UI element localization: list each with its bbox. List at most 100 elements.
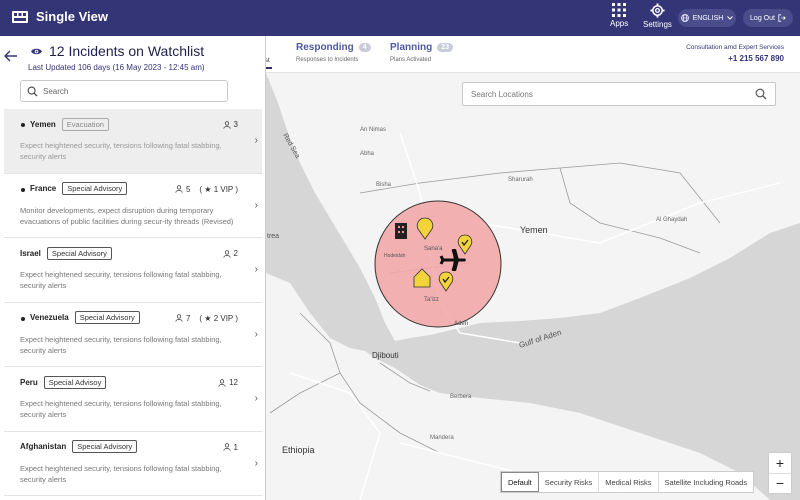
tab-planning[interactable]: Planning 23 Plans Activated — [390, 42, 454, 63]
panel-title: 12 Incidents on Watchlist — [49, 43, 205, 59]
risk-zone[interactable] — [374, 200, 502, 328]
last-updated-text: Last Updated 106 days (16 May 2023 - 12:… — [28, 63, 205, 72]
logout-icon — [778, 14, 786, 22]
map-layer-switcher: Default Security Risks Medical Risks Sat… — [500, 471, 755, 493]
tab-responding-count: 4 — [358, 43, 371, 52]
layer-satellite-roads[interactable]: Satellite Including Roads — [659, 472, 754, 492]
map-label-ethiopia: Ethiopia — [282, 445, 315, 455]
incident-people-count: 12 — [218, 378, 238, 387]
incident-item[interactable]: Afghanistan Special Advisory 1 Expect he… — [4, 432, 262, 496]
incident-description: Monitor developments, expect disruption … — [20, 205, 234, 226]
map-label-aden: Aden — [454, 321, 468, 327]
incident-type-badge: Evacuation — [61, 117, 109, 131]
search-icon — [27, 86, 38, 97]
incident-country: Peru — [20, 377, 38, 387]
brand[interactable]: Single View — [12, 9, 108, 24]
person-icon — [218, 378, 226, 387]
logout-button[interactable]: Log Out — [743, 9, 793, 27]
panel-heading: 12 Incidents on Watchlist — [30, 43, 204, 59]
people-count-value: 3 — [233, 120, 238, 129]
vip-count: ( ★ 2 VIP ) — [199, 313, 238, 323]
unread-dot — [21, 316, 25, 321]
chevron-right-icon[interactable]: › — [255, 135, 258, 146]
back-arrow-icon[interactable] — [4, 50, 18, 62]
chevron-right-icon[interactable]: › — [255, 393, 258, 404]
chevron-down-icon — [727, 16, 734, 20]
zoom-out-button[interactable]: − — [769, 474, 791, 494]
vip-count: ( ★ 1 VIP ) — [199, 184, 238, 194]
map-label-hodeidah: Hodeidah — [384, 253, 406, 259]
consultation-contact[interactable]: Consultation amd Expert Services +1 215 … — [686, 44, 784, 63]
tab-planning-label: Planning — [390, 42, 433, 53]
language-value: ENGLISH — [692, 14, 724, 22]
incident-people-count: 1 — [222, 442, 238, 452]
language-select[interactable]: ENGLISH — [678, 9, 736, 27]
person-icon — [175, 314, 183, 322]
chevron-right-icon[interactable]: › — [255, 458, 258, 469]
incident-people-count: 3 — [222, 120, 238, 129]
building-icon[interactable] — [395, 223, 407, 239]
incident-country: Israel — [20, 248, 41, 258]
incident-country: Yemen — [30, 119, 56, 129]
incident-item[interactable]: Israel Special Advisory 2 Expect heighte… — [4, 238, 262, 303]
app-title: Single View — [36, 9, 109, 24]
incident-type-badge: Special Advisory — [46, 246, 112, 260]
people-count-value: 2 — [233, 249, 238, 258]
incident-search-input[interactable]: Search — [20, 80, 228, 102]
layer-security-risks[interactable]: Security Risks — [539, 472, 600, 492]
chevron-right-icon[interactable]: › — [255, 329, 258, 340]
incident-item[interactable]: Venezuela Special Advisory 7 ( ★ 2 VIP )… — [4, 303, 262, 367]
location-search-placeholder: Search Locations — [471, 90, 533, 99]
tab-responding-label: Responding — [296, 42, 354, 53]
map-label-abha: Abha — [360, 151, 375, 157]
incident-type-badge: Special Advisory — [72, 440, 138, 453]
incident-country: Venezuela — [30, 313, 69, 322]
incident-people-count: 5 ( ★ 1 VIP ) — [175, 185, 238, 194]
unread-dot — [21, 187, 25, 192]
status-tabs-bar: st Responding 4 Responses to Incidents P… — [258, 36, 800, 73]
person-icon — [222, 443, 231, 451]
gear-icon — [650, 3, 665, 18]
people-count-value: 1 — [233, 442, 238, 452]
settings-label: Settings — [643, 20, 672, 29]
person-icon — [222, 249, 231, 258]
map-label-yemen: Yemen — [520, 225, 548, 235]
map-label-berbera: Berbera — [450, 394, 472, 400]
incident-item[interactable]: France Special Advisory 5 ( ★ 1 VIP ) Mo… — [4, 174, 262, 238]
search-icon[interactable] — [755, 88, 767, 100]
incident-type-badge: Special Advisoy — [43, 375, 107, 389]
incident-type-badge: Special Advisory — [74, 311, 140, 324]
incident-list: Yemen Evacuation 3 Expect heightened sec… — [0, 109, 265, 496]
people-count-value: 5 — [185, 184, 191, 194]
tab-planning-sub: Plans Activated — [390, 57, 432, 63]
map-label-eritrea: trea — [267, 233, 279, 240]
chevron-right-icon[interactable]: › — [255, 264, 258, 275]
people-count-value: 7 — [185, 313, 191, 323]
incident-item[interactable]: Yemen Evacuation 3 Expect heightened sec… — [4, 109, 262, 174]
people-count-value: 12 — [229, 378, 238, 387]
tab-planning-count: 23 — [437, 43, 454, 52]
tab-responding[interactable]: Responding 4 Responses to Incidents — [296, 42, 371, 63]
incident-description: Expect heightened security, tensions fol… — [20, 399, 222, 419]
layer-medical-risks[interactable]: Medical Risks — [599, 472, 659, 492]
eye-icon — [31, 48, 42, 54]
watchlist-panel: 12 Incidents on Watchlist Last Updated 1… — [0, 36, 266, 500]
layer-default[interactable]: Default — [501, 472, 539, 492]
settings-button[interactable]: Settings — [643, 3, 672, 29]
globe-icon — [680, 14, 689, 22]
incident-country: Afghanistan — [20, 442, 67, 451]
map-label-sanaa: Sana'a — [424, 246, 443, 252]
unread-dot — [21, 123, 25, 127]
incident-item[interactable]: Peru Special Advisoy 12 Expect heightene… — [4, 367, 262, 432]
zoom-in-button[interactable]: + — [769, 453, 791, 474]
incident-description: Expect heightened security, tensions fol… — [20, 270, 222, 290]
location-search-input[interactable]: Search Locations — [462, 82, 776, 106]
person-icon — [175, 185, 183, 193]
incident-description: Expect heightened security, tensions fol… — [20, 141, 222, 161]
map-label-taizz: Ta'izz — [424, 297, 439, 303]
map-label-an-nimas: An Nimas — [360, 127, 386, 133]
incident-search-placeholder: Search — [43, 87, 69, 96]
chevron-right-icon[interactable]: › — [255, 200, 258, 211]
apps-button[interactable]: Apps — [610, 3, 628, 28]
consultation-phone[interactable]: +1 215 567 890 — [686, 54, 784, 63]
